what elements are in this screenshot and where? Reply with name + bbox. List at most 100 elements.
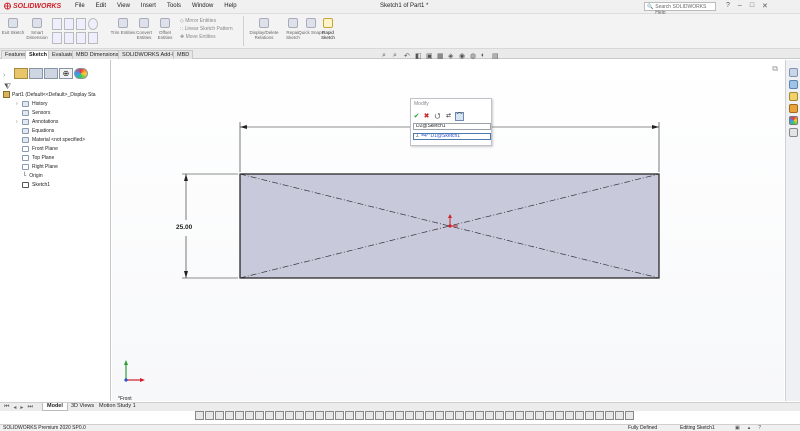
close-button[interactable]: ✕ <box>762 2 768 10</box>
polygon-tool-icon[interactable] <box>64 32 74 44</box>
tree-item-history[interactable]: › History <box>16 101 48 107</box>
sketch-picture-icon[interactable] <box>575 411 584 420</box>
extend-icon[interactable] <box>365 411 374 420</box>
design-library-icon[interactable] <box>789 80 798 89</box>
resources-icon[interactable] <box>789 68 798 77</box>
perimeter-circle-icon[interactable] <box>245 411 254 420</box>
display-relations-icon[interactable] <box>485 411 494 420</box>
circle-icon[interactable] <box>235 411 244 420</box>
menu-window[interactable]: Window <box>192 3 213 9</box>
menu-file[interactable]: File <box>75 3 85 9</box>
offset-icon[interactable] <box>345 411 354 420</box>
spline-tool-icon[interactable] <box>76 32 86 44</box>
zoom-to-fit-icon[interactable]: ⌕ <box>382 52 386 60</box>
property-manager-tab-icon[interactable] <box>29 68 43 79</box>
convert-entities-icon[interactable] <box>505 411 514 420</box>
tab-motion-study-1[interactable]: Motion Study 1 <box>96 403 139 411</box>
expand-arrow-icon[interactable]: › <box>16 119 18 125</box>
slot-tool-icon[interactable] <box>76 18 86 30</box>
minimize-button[interactable]: – <box>738 2 742 10</box>
menu-insert[interactable]: Insert <box>141 3 156 9</box>
rebuild-icon[interactable]: ⭯ <box>433 112 442 121</box>
mirror-icon[interactable] <box>375 411 384 420</box>
ellipse-icon[interactable] <box>285 411 294 420</box>
exit-sketch-icon[interactable] <box>615 411 624 420</box>
tree-root-part[interactable]: Part1 (Default<<Default>_Display Sta <box>3 91 96 98</box>
view-palette-icon[interactable] <box>789 104 798 113</box>
units-icon[interactable]: ▴ <box>748 425 751 431</box>
spline-icon[interactable] <box>305 411 314 420</box>
dynamic-annotation-icon[interactable]: ▣ <box>426 52 433 60</box>
stretch-icon[interactable] <box>435 411 444 420</box>
ok-check-icon[interactable]: ✔ <box>412 112 421 121</box>
menu-tools[interactable]: Tools <box>167 3 181 9</box>
scroll-first-icon[interactable]: ⏮ <box>4 404 9 411</box>
expand-arrow-icon[interactable]: › <box>16 101 18 107</box>
dimension-value-input[interactable]: Σ =4*"D1@Sketch1" <box>413 133 491 140</box>
tree-item-sensors[interactable]: Sensors <box>22 110 50 116</box>
scroll-next-icon[interactable]: ▸ <box>20 404 23 411</box>
intersection-curve-icon[interactable] <box>515 411 524 420</box>
tab-mbd[interactable]: MBD <box>173 50 194 59</box>
rapid-sketch-button[interactable]: Rapid Sketch <box>315 18 341 40</box>
tab-model[interactable]: Model <box>42 403 68 411</box>
tab-3d-views[interactable]: 3D Views <box>68 403 97 411</box>
appearances-icon[interactable] <box>789 116 798 125</box>
scroll-prev-icon[interactable]: ◂ <box>13 404 16 411</box>
scroll-last-icon[interactable]: ⏭ <box>27 404 32 411</box>
scale-icon[interactable] <box>425 411 434 420</box>
cancel-x-icon[interactable]: ✖ <box>422 112 431 121</box>
feature-tree-tab-icon[interactable] <box>14 68 28 79</box>
rebuild-status-icon[interactable]: ▣ <box>735 425 740 431</box>
vertical-dimension-value[interactable]: 25.00 <box>176 224 192 231</box>
help-status-icon[interactable]: ? <box>758 425 761 431</box>
tree-item-front-plane[interactable]: Front Plane <box>22 146 58 152</box>
custom-properties-icon[interactable] <box>789 128 798 137</box>
mirror-entities-button[interactable]: ◇ Mirror Entities <box>180 17 233 25</box>
rotate-icon[interactable] <box>415 411 424 420</box>
corner-rectangle-icon[interactable] <box>215 411 224 420</box>
view-orientation-icon[interactable]: ▦ <box>437 52 444 60</box>
rectangle-tool-icon[interactable] <box>64 18 74 30</box>
display-delete-relations-button[interactable]: Display/Delete Relations <box>246 18 282 40</box>
menu-help[interactable]: Help <box>224 3 236 9</box>
display-manager-tab-icon[interactable] <box>74 68 88 79</box>
fillet-icon[interactable] <box>325 411 334 420</box>
linear-pattern-button[interactable]: ∷ Linear Sketch Pattern <box>180 25 233 33</box>
tangent-arc-icon[interactable] <box>265 411 274 420</box>
edit-appearance-icon[interactable]: ◍ <box>470 52 476 60</box>
mark-dimension-icon[interactable]: ⌒ <box>455 112 464 121</box>
3d-sketch-icon[interactable] <box>555 411 564 420</box>
chamfer-icon[interactable] <box>335 411 344 420</box>
repair-sketch-icon[interactable] <box>585 411 594 420</box>
tree-item-origin[interactable]: └ Origin <box>22 173 43 179</box>
file-explorer-icon[interactable] <box>789 92 798 101</box>
dimxpert-tab-icon[interactable]: ⊕ <box>59 68 73 79</box>
previous-view-icon[interactable]: ↶ <box>404 52 410 60</box>
point-icon[interactable] <box>315 411 324 420</box>
view-settings-icon[interactable]: ▤ <box>492 52 499 60</box>
hide-show-items-icon[interactable]: ◉ <box>459 52 465 60</box>
zoom-to-area-icon[interactable]: ⌕ <box>393 52 397 60</box>
center-rectangle-icon[interactable] <box>225 411 234 420</box>
dimension-name-field[interactable]: D2@Sketch1 <box>413 123 491 130</box>
linear-pattern-icon[interactable] <box>445 411 454 420</box>
tree-item-top-plane[interactable]: Top Plane <box>22 155 54 161</box>
tree-item-material[interactable]: Material <not specified> <box>22 137 85 143</box>
circular-pattern-icon[interactable] <box>455 411 464 420</box>
circle-tool-icon[interactable] <box>88 18 98 30</box>
construction-geometry-icon[interactable] <box>495 411 504 420</box>
parallelogram-icon[interactable] <box>545 411 554 420</box>
smart-dimension-icon[interactable] <box>465 411 474 420</box>
quick-snaps-icon[interactable] <box>595 411 604 420</box>
solidworks-logo[interactable]: ⨁ SOLIDWORKS <box>4 2 61 11</box>
panel-expand-icon[interactable]: › <box>3 72 5 79</box>
tree-item-right-plane[interactable]: Right Plane <box>22 164 58 170</box>
polygon-icon[interactable] <box>295 411 304 420</box>
centerline-icon[interactable] <box>205 411 214 420</box>
section-view-icon[interactable]: ◧ <box>415 52 422 60</box>
tab-mbd-dimensions[interactable]: MBD Dimensions <box>72 50 123 59</box>
restore-button[interactable]: □ <box>750 2 754 10</box>
config-manager-tab-icon[interactable] <box>44 68 58 79</box>
tree-item-equations[interactable]: Equations <box>22 128 54 134</box>
